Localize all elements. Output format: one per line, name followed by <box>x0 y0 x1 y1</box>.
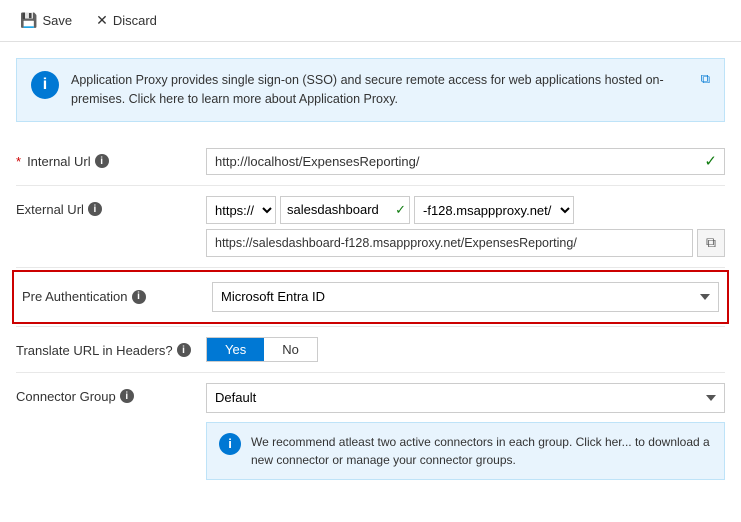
external-url-full-row: ⧉ <box>206 229 725 257</box>
internal-url-label: * Internal Url i <box>16 148 206 169</box>
save-button[interactable]: 💾 Save <box>16 10 76 31</box>
internal-url-row: * Internal Url i ✓ <box>16 138 725 185</box>
connector-group-label-text: Connector Group <box>16 389 116 404</box>
translate-url-control: Yes No <box>206 337 725 362</box>
discard-button[interactable]: ✕ Discard <box>92 10 161 31</box>
external-url-label: External Url i <box>16 196 206 217</box>
pre-auth-row: Pre Authentication i Microsoft Entra ID … <box>12 270 729 324</box>
connector-group-select[interactable]: Default <box>206 383 725 413</box>
external-url-domain-select[interactable]: -f128.msappproxy.net/ <box>414 196 574 224</box>
form-area: * Internal Url i ✓ External Url i https:… <box>0 130 741 506</box>
internal-url-check-icon: ✓ <box>704 152 717 170</box>
connector-info-text[interactable]: We recommend atleast two active connecto… <box>251 433 712 469</box>
connector-group-row: Connector Group i Default i We recommend… <box>16 373 725 490</box>
external-url-row: External Url i https:// ✓ -f128.msapppro… <box>16 186 725 267</box>
save-icon: 💾 <box>20 12 37 29</box>
external-url-subdomain-input[interactable] <box>280 196 410 224</box>
pre-auth-help-icon[interactable]: i <box>132 290 146 304</box>
connector-info-icon: i <box>219 433 241 455</box>
external-url-subdomain-wrapper: ✓ <box>280 196 410 224</box>
connector-group-control: Default i We recommend atleast two activ… <box>206 383 725 480</box>
translate-url-help-icon[interactable]: i <box>177 343 191 357</box>
translate-yes-button[interactable]: Yes <box>207 338 264 361</box>
external-url-help-icon[interactable]: i <box>88 202 102 216</box>
translate-url-label: Translate URL in Headers? i <box>16 337 206 358</box>
pre-auth-inner: Pre Authentication i Microsoft Entra ID … <box>22 282 719 312</box>
connector-group-label: Connector Group i <box>16 383 206 404</box>
save-label: Save <box>42 13 72 28</box>
internal-url-input[interactable] <box>206 148 725 175</box>
translate-no-button[interactable]: No <box>264 338 317 361</box>
external-url-label-text: External Url <box>16 202 84 217</box>
info-banner: i Application Proxy provides single sign… <box>16 58 725 122</box>
divider-2 <box>16 267 725 268</box>
internal-url-input-wrapper: ✓ <box>206 148 725 175</box>
external-link-icon[interactable]: ⧉ <box>701 71 710 87</box>
external-url-scheme-select[interactable]: https:// <box>206 196 276 224</box>
pre-auth-label: Pre Authentication i <box>22 289 212 304</box>
discard-icon: ✕ <box>96 12 108 29</box>
copy-url-button[interactable]: ⧉ <box>697 229 725 257</box>
info-banner-text[interactable]: Application Proxy provides single sign-o… <box>71 71 689 109</box>
pre-auth-label-text: Pre Authentication <box>22 289 128 304</box>
connector-group-help-icon[interactable]: i <box>120 389 134 403</box>
discard-label: Discard <box>113 13 157 28</box>
info-banner-icon: i <box>31 71 59 99</box>
internal-url-control: ✓ <box>206 148 725 175</box>
internal-url-label-text: Internal Url <box>27 154 91 169</box>
toolbar: 💾 Save ✕ Discard <box>0 0 741 42</box>
pre-auth-control: Microsoft Entra ID Passthrough <box>212 282 719 312</box>
pre-auth-select[interactable]: Microsoft Entra ID Passthrough <box>212 282 719 312</box>
required-star: * <box>16 154 21 169</box>
connector-info-box: i We recommend atleast two active connec… <box>206 422 725 480</box>
external-url-top-row: https:// ✓ -f128.msappproxy.net/ <box>206 196 725 224</box>
external-url-control: https:// ✓ -f128.msappproxy.net/ ⧉ <box>206 196 725 257</box>
translate-url-label-text: Translate URL in Headers? <box>16 343 173 358</box>
internal-url-help-icon[interactable]: i <box>95 154 109 168</box>
translate-url-toggle-group: Yes No <box>206 337 318 362</box>
translate-url-row: Translate URL in Headers? i Yes No <box>16 327 725 372</box>
subdomain-check-icon: ✓ <box>395 202 406 218</box>
external-url-full-input[interactable] <box>206 229 693 257</box>
